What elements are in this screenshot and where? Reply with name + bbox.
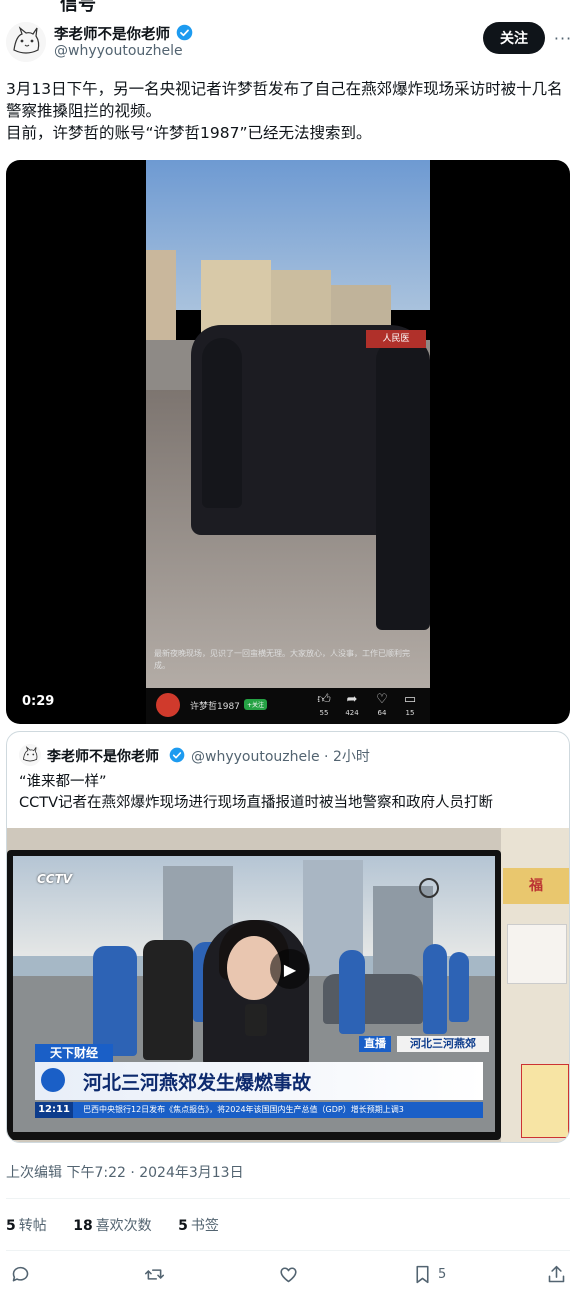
quote-text-line: “谁来都一样” [19, 774, 107, 790]
location-badge: 河北三河燕郊 [397, 1036, 489, 1052]
quote-author-avatar[interactable] [19, 744, 41, 766]
comment-icon: ▭ [403, 692, 417, 707]
video-comment-stat: ▭ 15 [398, 692, 422, 718]
previous-tweet-fragment: 信号 [60, 0, 96, 15]
news-headline: 河北三河燕郊发生爆燃事故 [83, 1072, 312, 1094]
thumbs-up-icon: 👍︎ [317, 692, 331, 707]
share-icon [548, 1265, 565, 1282]
program-name: 天下财经 [35, 1044, 113, 1062]
cctv-logo: CCTV [37, 872, 73, 886]
share-arrow-icon: ➦ [346, 692, 358, 707]
author-avatar[interactable] [6, 22, 46, 62]
bookmarks-stat[interactable]: 5 书签 [178, 1218, 219, 1234]
video-info-bar: 许梦哲1987 +关注 👍︎ 55 ➦ 424 ♡ 64 ▭ 15 [146, 688, 430, 724]
video-fav-stat: ♡ 64 [370, 692, 394, 718]
follow-button[interactable]: 关注 [483, 22, 545, 54]
television: CCTV 直播 河北三河燕郊 天下财经 河北三河燕郊发生爆燃事故 12:11 巴… [7, 850, 501, 1140]
cat-sketch-icon [6, 22, 46, 62]
wall-calendar [507, 924, 567, 984]
share-button[interactable] [546, 1261, 567, 1287]
likes-stat[interactable]: 18 喜欢次数 [73, 1218, 151, 1234]
bookmark-count: 5 [438, 1266, 447, 1282]
more-options-icon[interactable]: ··· [551, 26, 575, 50]
engagement-stats: 5 转帖 18 喜欢次数 5 书签 [6, 1215, 241, 1235]
video-frame: 人民医 最新夜晚现场，见识了一回蛮横无理。大家放心，人没事，工作已顺利完成。 [146, 160, 430, 688]
tweet-text-line: 3月13日下午，另一名央视记者许梦哲发布了自己在燕郊爆炸现场采访时被十几名警察推… [6, 80, 563, 120]
news-ticker: 巴西中央银行12日发布《焦点报告》，将2024年该国国内生产总值（GDP）增长预… [73, 1102, 483, 1118]
tweet-body: 3月13日下午，另一名央视记者许梦哲发布了自己在燕郊爆炸现场采访时被十几名警察推… [6, 78, 578, 144]
clock-icon [419, 878, 439, 898]
action-bar: 5 [0, 1261, 586, 1289]
quote-body: “谁来都一样” CCTV记者在燕郊爆炸现场进行现场直播报道时被当地警察和政府人员… [19, 772, 559, 814]
reposts-stat[interactable]: 5 转帖 [6, 1218, 47, 1234]
quote-text-line: CCTV记者在燕郊爆炸现场进行现场直播报道时被当地警察和政府人员打断 [19, 795, 494, 811]
quoted-tweet[interactable]: 李老师不是你老师 @whyyoutouzhele · 2小时 “谁来都一样” C… [6, 731, 570, 1143]
wall-poster: 福 [503, 868, 569, 904]
quote-video-thumbnail[interactable]: 福 CCTV 直播 河北三河燕郊 天下财经 河北三河燕郊发生爆燃事故 12:11… [7, 828, 569, 1142]
parked-car [323, 974, 423, 1024]
divider [6, 1198, 570, 1199]
cat-sketch-icon [19, 744, 41, 766]
verified-badge-icon [169, 747, 185, 763]
ticker-time: 12:11 [35, 1102, 73, 1118]
verified-badge-icon [176, 24, 193, 41]
microphone [245, 1004, 267, 1036]
uploader-name: 许梦哲1987 [190, 702, 240, 712]
bookmark-icon [416, 1265, 429, 1283]
heart-icon [280, 1266, 297, 1282]
video-subtitle: 最新夜晚现场，见识了一回蛮横无理。大家放心，人没事，工作已顺利完成。 [154, 649, 410, 670]
wall-calendar [521, 1064, 569, 1138]
author-name[interactable]: 李老师不是你老师 [54, 23, 170, 44]
video-player[interactable]: 人民医 最新夜晚现场，见识了一回蛮横无理。大家放心，人没事，工作已顺利完成。 许… [6, 160, 570, 724]
cctv-channel-icon [41, 1068, 65, 1092]
edit-timestamp[interactable]: 上次编辑 下午7:22 · 2024年3月13日 [6, 1162, 244, 1182]
reply-button[interactable] [10, 1261, 31, 1287]
tweet-text-line: 目前，许梦哲的账号“许梦哲1987”已经无法搜索到。 [6, 124, 372, 142]
tweet-header: 李老师不是你老师 @whyyoutouzhele 关注 ··· [0, 20, 586, 64]
repost-icon [144, 1268, 165, 1280]
heart-outline-icon: ♡ [376, 692, 388, 707]
video-duration: 0:29 [22, 694, 55, 709]
hospital-sign: 人民医 [366, 330, 426, 348]
bookmark-button[interactable]: 5 [412, 1261, 446, 1287]
reply-icon [12, 1266, 29, 1281]
quote-author-name: 李老师不是你老师 [47, 749, 159, 765]
video-like-stat: 👍︎ 55 [312, 692, 336, 718]
uploader-avatar [156, 693, 180, 717]
video-share-stat: ➦ 424 [340, 692, 364, 718]
quote-handle-time: @whyyoutouzhele · 2小时 [191, 749, 370, 765]
author-handle[interactable]: @whyyoutouzhele [54, 43, 183, 59]
tv-screen: CCTV 直播 河北三河燕郊 天下财经 河北三河燕郊发生爆燃事故 12:11 巴… [13, 856, 495, 1132]
divider [6, 1250, 570, 1251]
play-icon[interactable]: ▶ [270, 949, 310, 989]
repost-button[interactable] [144, 1261, 165, 1287]
uploader-follow-badge: +关注 [244, 699, 268, 710]
like-button[interactable] [278, 1261, 299, 1287]
live-badge: 直播 [359, 1036, 391, 1052]
